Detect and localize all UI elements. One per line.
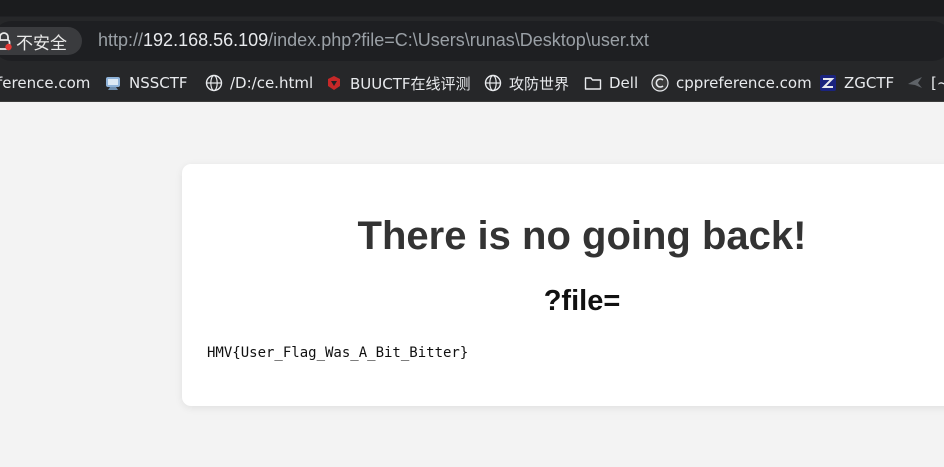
- cppreference-icon: [651, 74, 669, 92]
- chrome-divider: [0, 101, 944, 102]
- not-secure-lock-icon: [0, 31, 12, 51]
- folder-icon: [584, 74, 602, 92]
- bookmarks-bar: ference.com NSSCTF /D:/ce.html BUUCTF在线评…: [0, 65, 944, 101]
- file-content: HMV{User_Flag_Was_A_Bit_Bitter}: [207, 345, 469, 361]
- content-card: There is no going back! ?file= HMV{User_…: [182, 164, 944, 406]
- bookmark-label: cppreference.com: [676, 74, 812, 92]
- security-label: 不安全: [16, 33, 67, 54]
- tab-strip: [0, 0, 944, 16]
- bookmark-item-gongfang[interactable]: 攻防世界: [484, 65, 569, 101]
- zgctf-icon: [819, 74, 837, 92]
- bookmark-item-buuctf[interactable]: BUUCTF在线评测: [325, 65, 471, 101]
- bookmark-item-cppreference[interactable]: cppreference.com: [651, 65, 812, 101]
- address-bar[interactable]: 不安全 http://192.168.56.109/index.php?file…: [0, 21, 944, 61]
- bird-icon: [906, 74, 924, 92]
- buuctf-icon: [325, 74, 343, 92]
- bookmark-label: /D:/ce.html: [230, 74, 314, 92]
- bookmark-label: Dell: [609, 74, 639, 92]
- bookmark-label: NSSCTF: [129, 74, 188, 92]
- globe-icon: [484, 74, 502, 92]
- bookmark-label: ference.com: [0, 74, 91, 92]
- security-indicator-chip[interactable]: 不安全: [0, 27, 82, 55]
- url-path: /index.php?file=C:\Users\runas\Desktop\u…: [268, 30, 649, 50]
- browser-chrome: 不安全 http://192.168.56.109/index.php?file…: [0, 0, 944, 102]
- bookmark-label: [~: [931, 74, 944, 92]
- bookmark-item-nssctf[interactable]: NSSCTF: [104, 65, 188, 101]
- bookmark-item-zgctf[interactable]: ZGCTF: [819, 65, 894, 101]
- bookmark-item-ference[interactable]: ference.com: [0, 65, 90, 101]
- nssctf-icon: [104, 74, 122, 92]
- page-title: There is no going back!: [357, 214, 807, 258]
- url-host: 192.168.56.109: [143, 30, 269, 50]
- bookmark-label: ZGCTF: [844, 74, 895, 92]
- file-param-heading: ?file=: [543, 285, 621, 317]
- bookmark-folder-dell[interactable]: Dell: [584, 65, 638, 101]
- bookmark-label: BUUCTF在线评测: [350, 74, 471, 93]
- bookmark-item-ce-html[interactable]: /D:/ce.html: [205, 65, 313, 101]
- bookmark-label: 攻防世界: [509, 74, 570, 93]
- url-prefix: http://: [98, 30, 144, 50]
- globe-icon: [205, 74, 223, 92]
- url-text[interactable]: http://192.168.56.109/index.php?file=C:\…: [98, 30, 649, 51]
- address-bar-row: 不安全 http://192.168.56.109/index.php?file…: [0, 17, 944, 65]
- bookmark-item-overflow[interactable]: [~: [906, 65, 944, 101]
